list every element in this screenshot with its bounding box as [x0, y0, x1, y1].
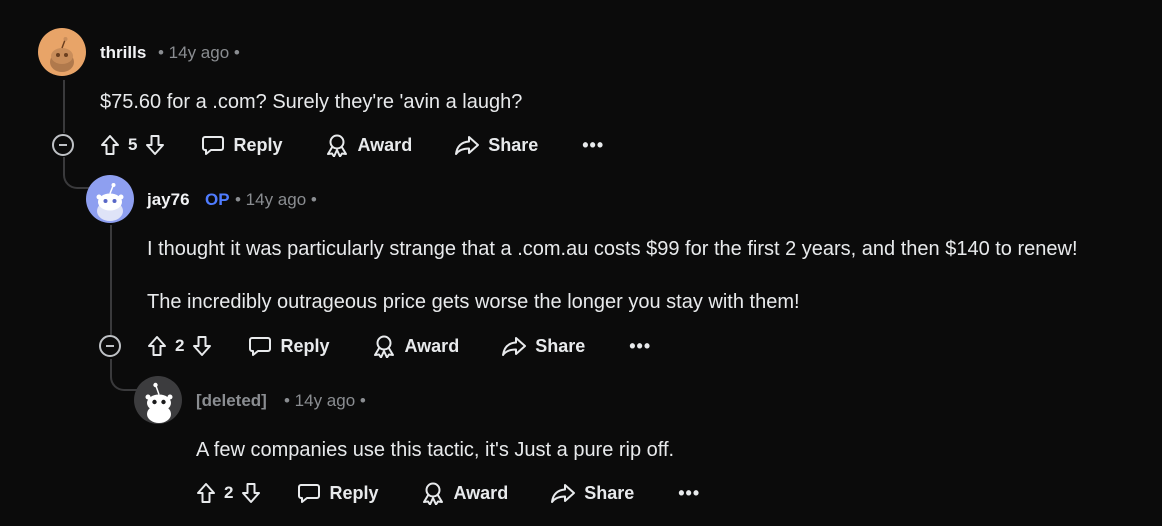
comment-body: A few companies use this tactic, it's Ju…	[196, 439, 675, 461]
downvote-icon	[242, 483, 261, 503]
thread-line	[110, 225, 112, 335]
share-button[interactable]: Share	[454, 134, 538, 156]
award-icon	[373, 335, 394, 358]
upvote-icon	[101, 135, 119, 155]
vote-score: 2	[224, 483, 234, 502]
comment-body: The incredibly outrageous price gets wor…	[147, 291, 800, 313]
avatar	[134, 376, 182, 424]
reply-button[interactable]: Reply	[201, 134, 283, 156]
comment-action-bar: 5 Reply Award Share •••	[100, 130, 604, 160]
award-label: Award	[453, 482, 509, 503]
share-label: Share	[584, 482, 635, 503]
username[interactable]: jay76	[147, 190, 190, 210]
comment-action-bar: 2 Reply Award Share •••	[196, 478, 700, 508]
share-icon	[455, 136, 480, 155]
comment-icon	[298, 484, 321, 503]
share-button[interactable]: Share	[501, 335, 585, 357]
upvote-button[interactable]	[147, 335, 167, 357]
award-icon	[422, 482, 443, 505]
op-badge: OP	[205, 190, 230, 209]
upvote-button[interactable]	[100, 134, 120, 156]
award-label: Award	[357, 134, 413, 155]
thread-line	[63, 80, 65, 133]
award-button[interactable]: Award	[420, 481, 509, 505]
share-icon	[502, 337, 527, 356]
award-label: Award	[404, 335, 460, 356]
comment-action-bar: 2 Reply Award Share •••	[147, 331, 651, 361]
thread-connector	[63, 157, 93, 189]
reply-button[interactable]: Reply	[297, 482, 379, 504]
username: [deleted]	[196, 391, 267, 410]
award-button[interactable]: Award	[324, 133, 413, 157]
more-options-button[interactable]: •••	[582, 135, 604, 156]
comment-timestamp: • 14y ago •	[284, 391, 366, 410]
share-label: Share	[535, 335, 586, 356]
reply-label: Reply	[233, 134, 283, 155]
reply-label: Reply	[329, 482, 379, 503]
avatar[interactable]	[38, 28, 86, 76]
comment-timestamp: • 14y ago •	[235, 190, 317, 209]
share-icon	[551, 484, 576, 503]
collapse-thread-button[interactable]	[99, 335, 121, 357]
comment-timestamp: • 14y ago •	[158, 43, 240, 62]
upvote-icon	[148, 336, 166, 356]
award-button[interactable]: Award	[371, 334, 460, 358]
share-button[interactable]: Share	[550, 482, 634, 504]
vote-score: 2	[175, 336, 185, 355]
thread-connector	[110, 359, 140, 391]
upvote-icon	[197, 483, 215, 503]
award-icon	[326, 134, 347, 157]
upvote-button[interactable]	[196, 482, 216, 504]
comment-icon	[202, 136, 225, 155]
reply-button[interactable]: Reply	[248, 335, 330, 357]
more-options-button[interactable]: •••	[678, 483, 700, 504]
vote-score: 5	[128, 135, 138, 154]
comment-body: $75.60 for a .com? Surely they're 'avin …	[100, 91, 523, 113]
username[interactable]: thrills	[100, 43, 146, 63]
downvote-button[interactable]	[241, 482, 261, 504]
comment-icon	[249, 337, 272, 356]
comment-body: I thought it was particularly strange th…	[147, 238, 1078, 260]
reply-label: Reply	[280, 335, 330, 356]
share-label: Share	[488, 134, 539, 155]
avatar[interactable]	[86, 175, 134, 223]
more-options-button[interactable]: •••	[629, 336, 651, 357]
downvote-icon	[146, 135, 165, 155]
downvote-icon	[193, 336, 212, 356]
downvote-button[interactable]	[145, 134, 165, 156]
downvote-button[interactable]	[192, 335, 212, 357]
collapse-thread-button[interactable]	[52, 134, 74, 156]
